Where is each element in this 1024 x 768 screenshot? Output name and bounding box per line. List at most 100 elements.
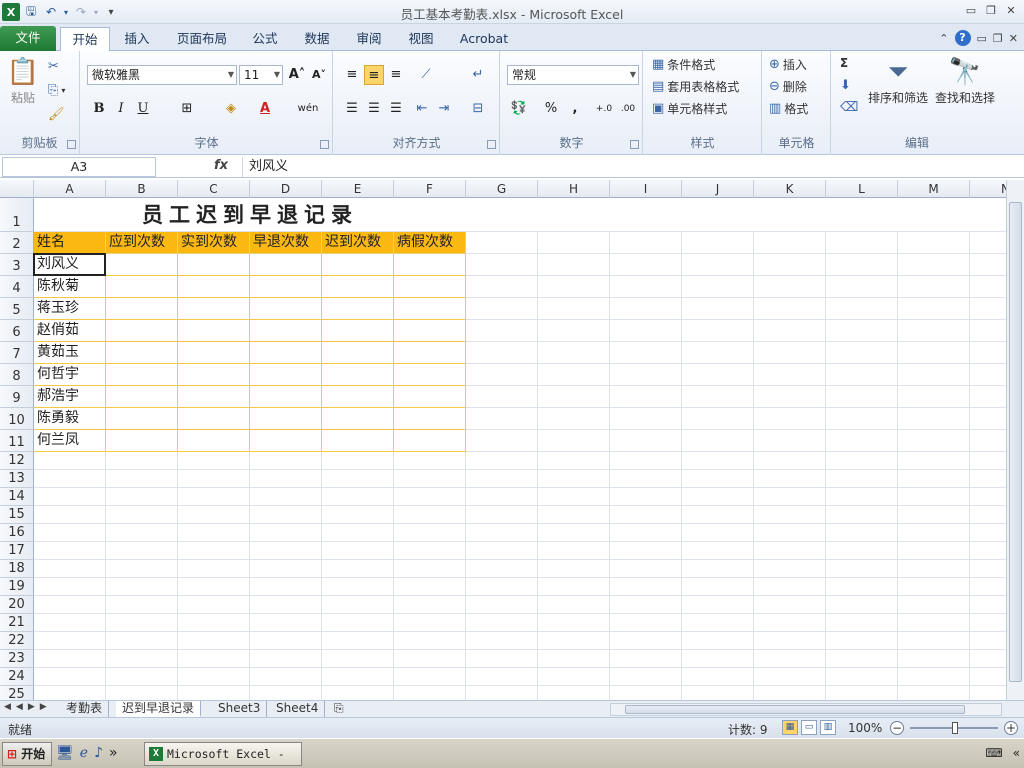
grid-cell[interactable] — [970, 198, 1006, 232]
grid-cell[interactable] — [322, 632, 394, 650]
grid-cell[interactable] — [754, 506, 826, 524]
row-header[interactable]: 16 — [0, 524, 34, 542]
ie-icon[interactable]: ℯ — [80, 745, 88, 761]
grid-cell[interactable] — [970, 254, 1006, 276]
row-header[interactable]: 19 — [0, 578, 34, 596]
data-cell[interactable] — [106, 320, 178, 342]
taskbar-excel-item[interactable]: X Microsoft Excel - ... — [144, 742, 302, 766]
grid-cell[interactable] — [682, 524, 754, 542]
row-header[interactable]: 11 — [0, 430, 34, 452]
grid-cell[interactable] — [178, 632, 250, 650]
grid-cell[interactable] — [250, 560, 322, 578]
row-header[interactable]: 20 — [0, 596, 34, 614]
data-cell[interactable] — [106, 386, 178, 408]
grid-cell[interactable] — [970, 408, 1006, 430]
grid-cell[interactable] — [106, 488, 178, 506]
zoom-out-icon[interactable]: − — [890, 721, 904, 735]
data-cell[interactable] — [394, 408, 466, 430]
grid-cell[interactable] — [538, 686, 610, 700]
grid-cell[interactable] — [466, 232, 538, 254]
orientation-button[interactable]: ⟋ — [416, 65, 436, 85]
data-cell[interactable] — [178, 408, 250, 430]
insert-function-button[interactable]: fx — [214, 158, 228, 173]
grid-cell[interactable] — [970, 524, 1006, 542]
insert-sheet-icon[interactable]: ⎘ — [328, 701, 350, 717]
data-cell[interactable] — [322, 320, 394, 342]
fill-color-button[interactable]: ◈ — [221, 99, 241, 119]
insert-cells-button[interactable]: ⊕ 插入 — [769, 56, 807, 73]
grid-cell[interactable] — [322, 686, 394, 700]
sheet-tab-late-early[interactable]: 迟到早退记录 — [116, 701, 202, 717]
grid-cell[interactable] — [898, 342, 970, 364]
grid-cell[interactable] — [610, 668, 682, 686]
grid-cell[interactable] — [970, 686, 1006, 700]
grid-cell[interactable] — [394, 452, 466, 470]
wrap-text-button[interactable]: ↵ — [468, 65, 488, 85]
row-header[interactable]: 1 — [0, 198, 34, 232]
grid-cell[interactable] — [682, 668, 754, 686]
grid-cell[interactable] — [826, 386, 898, 408]
zoom-slider[interactable]: − + — [890, 721, 1018, 735]
grid-cell[interactable] — [106, 614, 178, 632]
row-header[interactable]: 2 — [0, 232, 34, 254]
align-right-button[interactable]: ☰ — [386, 99, 406, 119]
grid-cell[interactable] — [610, 614, 682, 632]
grid-cell[interactable] — [970, 542, 1006, 560]
accounting-format-button[interactable]: 💱 — [509, 99, 529, 119]
grid-cell[interactable] — [466, 364, 538, 386]
grid-cell[interactable] — [178, 488, 250, 506]
grid-cell[interactable] — [466, 542, 538, 560]
grid-cell[interactable] — [610, 198, 682, 232]
grid-cell[interactable] — [106, 578, 178, 596]
font-size-combo[interactable]: 11 ▼ — [239, 65, 283, 85]
grid-cell[interactable] — [610, 430, 682, 452]
grid-cell[interactable] — [34, 596, 106, 614]
grid-cell[interactable] — [898, 254, 970, 276]
grid-cell[interactable] — [826, 650, 898, 668]
grid-cell[interactable] — [466, 506, 538, 524]
grid-cell[interactable] — [106, 686, 178, 700]
grid-cell[interactable] — [754, 470, 826, 488]
zoom-in-icon[interactable]: + — [1004, 721, 1018, 735]
grid-cell[interactable] — [970, 298, 1006, 320]
grid-cell[interactable] — [34, 668, 106, 686]
data-cell[interactable] — [322, 276, 394, 298]
grid-cell[interactable] — [34, 614, 106, 632]
grid-cell[interactable] — [826, 342, 898, 364]
grid-cell[interactable] — [538, 452, 610, 470]
data-cell[interactable] — [394, 320, 466, 342]
grid-cell[interactable] — [538, 506, 610, 524]
normal-view-icon[interactable]: ▦ — [782, 720, 798, 735]
data-cell[interactable] — [178, 276, 250, 298]
grid-cell[interactable] — [538, 320, 610, 342]
grid-cell[interactable] — [106, 452, 178, 470]
data-cell[interactable] — [394, 364, 466, 386]
grid-cell[interactable] — [970, 506, 1006, 524]
column-header[interactable]: F — [394, 180, 466, 198]
grid-cell[interactable] — [466, 596, 538, 614]
grid-cell[interactable] — [394, 632, 466, 650]
grid-cell[interactable] — [754, 686, 826, 700]
column-header[interactable]: B — [106, 180, 178, 198]
select-all-corner[interactable] — [0, 180, 34, 198]
format-cells-button[interactable]: ▥ 格式 — [769, 100, 808, 117]
grid-cell[interactable] — [898, 408, 970, 430]
row-header[interactable]: 10 — [0, 408, 34, 430]
grid-cell[interactable] — [394, 650, 466, 668]
page-layout-view-icon[interactable]: ▭ — [801, 720, 817, 735]
grid-cell[interactable] — [970, 668, 1006, 686]
increase-decimal-button[interactable]: +.0 — [593, 99, 615, 119]
grid-cell[interactable] — [394, 542, 466, 560]
grid-cell[interactable] — [970, 650, 1006, 668]
data-cell[interactable] — [178, 386, 250, 408]
grid-cell[interactable] — [610, 488, 682, 506]
grid-cell[interactable] — [970, 632, 1006, 650]
grid-cell[interactable] — [826, 686, 898, 700]
grid-cell[interactable] — [754, 668, 826, 686]
grid-cell[interactable] — [754, 614, 826, 632]
data-cell[interactable] — [322, 408, 394, 430]
grid-cell[interactable] — [466, 560, 538, 578]
grid-cell[interactable] — [970, 488, 1006, 506]
grid-cell[interactable] — [538, 254, 610, 276]
grid-cell[interactable] — [106, 668, 178, 686]
